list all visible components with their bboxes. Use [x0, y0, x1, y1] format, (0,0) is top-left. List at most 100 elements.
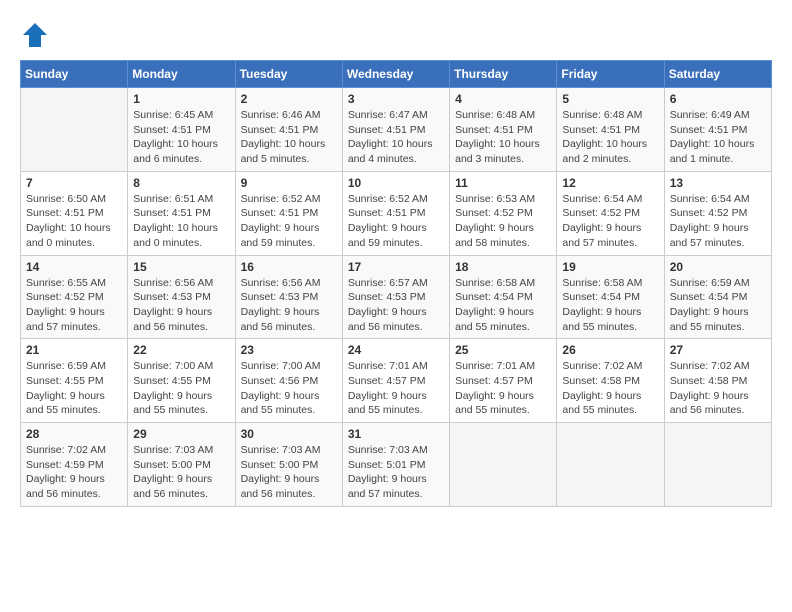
logo-icon: [20, 20, 50, 50]
day-number: 7: [26, 176, 122, 190]
calendar-header-tuesday: Tuesday: [235, 61, 342, 88]
calendar-cell: [557, 423, 664, 507]
calendar-table: SundayMondayTuesdayWednesdayThursdayFrid…: [20, 60, 772, 507]
calendar-cell: 24 Sunrise: 7:01 AMSunset: 4:57 PMDayligh…: [342, 339, 449, 423]
cell-details: Sunrise: 6:58 AMSunset: 4:54 PMDaylight:…: [455, 277, 535, 333]
cell-details: Sunrise: 6:45 AMSunset: 4:51 PMDaylight:…: [133, 109, 218, 165]
calendar-cell: 20 Sunrise: 6:59 AMSunset: 4:54 PMDayligh…: [664, 255, 771, 339]
calendar-cell: 3 Sunrise: 6:47 AMSunset: 4:51 PMDaylight…: [342, 88, 449, 172]
day-number: 19: [562, 260, 658, 274]
day-number: 28: [26, 427, 122, 441]
day-number: 5: [562, 92, 658, 106]
cell-details: Sunrise: 7:00 AMSunset: 4:56 PMDaylight:…: [241, 360, 321, 416]
calendar-cell: 2 Sunrise: 6:46 AMSunset: 4:51 PMDaylight…: [235, 88, 342, 172]
cell-details: Sunrise: 6:48 AMSunset: 4:51 PMDaylight:…: [455, 109, 540, 165]
cell-details: Sunrise: 6:47 AMSunset: 4:51 PMDaylight:…: [348, 109, 433, 165]
cell-details: Sunrise: 6:46 AMSunset: 4:51 PMDaylight:…: [241, 109, 326, 165]
day-number: 21: [26, 343, 122, 357]
day-number: 12: [562, 176, 658, 190]
calendar-header-wednesday: Wednesday: [342, 61, 449, 88]
cell-details: Sunrise: 6:59 AMSunset: 4:54 PMDaylight:…: [670, 277, 750, 333]
logo: [20, 20, 56, 50]
calendar-cell: 11 Sunrise: 6:53 AMSunset: 4:52 PMDayligh…: [450, 171, 557, 255]
cell-details: Sunrise: 6:55 AMSunset: 4:52 PMDaylight:…: [26, 277, 106, 333]
day-number: 29: [133, 427, 229, 441]
day-number: 22: [133, 343, 229, 357]
calendar-cell: 26 Sunrise: 7:02 AMSunset: 4:58 PMDayligh…: [557, 339, 664, 423]
cell-details: Sunrise: 7:02 AMSunset: 4:58 PMDaylight:…: [562, 360, 642, 416]
calendar-cell: 21 Sunrise: 6:59 AMSunset: 4:55 PMDayligh…: [21, 339, 128, 423]
day-number: 15: [133, 260, 229, 274]
day-number: 31: [348, 427, 444, 441]
cell-details: Sunrise: 7:03 AMSunset: 5:00 PMDaylight:…: [241, 444, 321, 500]
cell-details: Sunrise: 7:02 AMSunset: 4:59 PMDaylight:…: [26, 444, 106, 500]
day-number: 6: [670, 92, 766, 106]
day-number: 8: [133, 176, 229, 190]
cell-details: Sunrise: 6:59 AMSunset: 4:55 PMDaylight:…: [26, 360, 106, 416]
cell-details: Sunrise: 7:02 AMSunset: 4:58 PMDaylight:…: [670, 360, 750, 416]
calendar-cell: 1 Sunrise: 6:45 AMSunset: 4:51 PMDaylight…: [128, 88, 235, 172]
day-number: 18: [455, 260, 551, 274]
calendar-cell: 8Sunrise: 6:51 AMSunset: 4:51 PMDaylight…: [128, 171, 235, 255]
day-number: 3: [348, 92, 444, 106]
day-number: 27: [670, 343, 766, 357]
cell-details: Sunrise: 6:57 AMSunset: 4:53 PMDaylight:…: [348, 277, 428, 333]
calendar-header-thursday: Thursday: [450, 61, 557, 88]
calendar-cell: 28 Sunrise: 7:02 AMSunset: 4:59 PMDayligh…: [21, 423, 128, 507]
cell-details: Sunrise: 6:53 AMSunset: 4:52 PMDaylight:…: [455, 193, 535, 249]
cell-details: Sunrise: 6:56 AMSunset: 4:53 PMDaylight:…: [241, 277, 321, 333]
calendar-cell: 17Sunrise: 6:57 AMSunset: 4:53 PMDayligh…: [342, 255, 449, 339]
calendar-cell: 6 Sunrise: 6:49 AMSunset: 4:51 PMDaylight…: [664, 88, 771, 172]
calendar-cell: 4Sunrise: 6:48 AMSunset: 4:51 PMDaylight…: [450, 88, 557, 172]
cell-details: Sunrise: 7:01 AMSunset: 4:57 PMDaylight:…: [455, 360, 535, 416]
day-number: 1: [133, 92, 229, 106]
day-number: 11: [455, 176, 551, 190]
cell-details: Sunrise: 6:50 AMSunset: 4:51 PMDaylight:…: [26, 193, 111, 249]
calendar-cell: 31 Sunrise: 7:03 AMSunset: 5:01 PMDayligh…: [342, 423, 449, 507]
cell-details: Sunrise: 6:54 AMSunset: 4:52 PMDaylight:…: [562, 193, 642, 249]
calendar-cell: 12 Sunrise: 6:54 AMSunset: 4:52 PMDayligh…: [557, 171, 664, 255]
calendar-cell: 16 Sunrise: 6:56 AMSunset: 4:53 PMDayligh…: [235, 255, 342, 339]
day-number: 9: [241, 176, 337, 190]
calendar-cell: 13Sunrise: 6:54 AMSunset: 4:52 PMDayligh…: [664, 171, 771, 255]
calendar-week-row: 14 Sunrise: 6:55 AMSunset: 4:52 PMDayligh…: [21, 255, 772, 339]
calendar-header-sunday: Sunday: [21, 61, 128, 88]
calendar-cell: 22Sunrise: 7:00 AMSunset: 4:55 PMDayligh…: [128, 339, 235, 423]
calendar-week-row: 21 Sunrise: 6:59 AMSunset: 4:55 PMDayligh…: [21, 339, 772, 423]
calendar-cell: 25 Sunrise: 7:01 AMSunset: 4:57 PMDayligh…: [450, 339, 557, 423]
calendar-cell: 7 Sunrise: 6:50 AMSunset: 4:51 PMDaylight…: [21, 171, 128, 255]
calendar-header-friday: Friday: [557, 61, 664, 88]
calendar-cell: 14 Sunrise: 6:55 AMSunset: 4:52 PMDayligh…: [21, 255, 128, 339]
calendar-week-row: 28 Sunrise: 7:02 AMSunset: 4:59 PMDayligh…: [21, 423, 772, 507]
calendar-week-row: 7 Sunrise: 6:50 AMSunset: 4:51 PMDaylight…: [21, 171, 772, 255]
calendar-header-saturday: Saturday: [664, 61, 771, 88]
day-number: 26: [562, 343, 658, 357]
cell-details: Sunrise: 6:48 AMSunset: 4:51 PMDaylight:…: [562, 109, 647, 165]
cell-details: Sunrise: 6:52 AMSunset: 4:51 PMDaylight:…: [348, 193, 428, 249]
day-number: 16: [241, 260, 337, 274]
day-number: 24: [348, 343, 444, 357]
calendar-header-row: SundayMondayTuesdayWednesdayThursdayFrid…: [21, 61, 772, 88]
cell-details: Sunrise: 7:03 AMSunset: 5:01 PMDaylight:…: [348, 444, 428, 500]
calendar-cell: [21, 88, 128, 172]
calendar-cell: 30 Sunrise: 7:03 AMSunset: 5:00 PMDayligh…: [235, 423, 342, 507]
calendar-cell: [450, 423, 557, 507]
cell-details: Sunrise: 6:56 AMSunset: 4:53 PMDaylight:…: [133, 277, 213, 333]
day-number: 20: [670, 260, 766, 274]
day-number: 30: [241, 427, 337, 441]
calendar-cell: 29Sunrise: 7:03 AMSunset: 5:00 PMDayligh…: [128, 423, 235, 507]
calendar-cell: 19Sunrise: 6:58 AMSunset: 4:54 PMDayligh…: [557, 255, 664, 339]
calendar-cell: 23Sunrise: 7:00 AMSunset: 4:56 PMDayligh…: [235, 339, 342, 423]
day-number: 2: [241, 92, 337, 106]
calendar-cell: 15 Sunrise: 6:56 AMSunset: 4:53 PMDayligh…: [128, 255, 235, 339]
cell-details: Sunrise: 7:01 AMSunset: 4:57 PMDaylight:…: [348, 360, 428, 416]
day-number: 14: [26, 260, 122, 274]
calendar-cell: 10 Sunrise: 6:52 AMSunset: 4:51 PMDayligh…: [342, 171, 449, 255]
calendar-cell: 18 Sunrise: 6:58 AMSunset: 4:54 PMDayligh…: [450, 255, 557, 339]
calendar-cell: 5 Sunrise: 6:48 AMSunset: 4:51 PMDaylight…: [557, 88, 664, 172]
cell-details: Sunrise: 6:52 AMSunset: 4:51 PMDaylight:…: [241, 193, 321, 249]
day-number: 25: [455, 343, 551, 357]
day-number: 13: [670, 176, 766, 190]
day-number: 10: [348, 176, 444, 190]
cell-details: Sunrise: 6:49 AMSunset: 4:51 PMDaylight:…: [670, 109, 755, 165]
